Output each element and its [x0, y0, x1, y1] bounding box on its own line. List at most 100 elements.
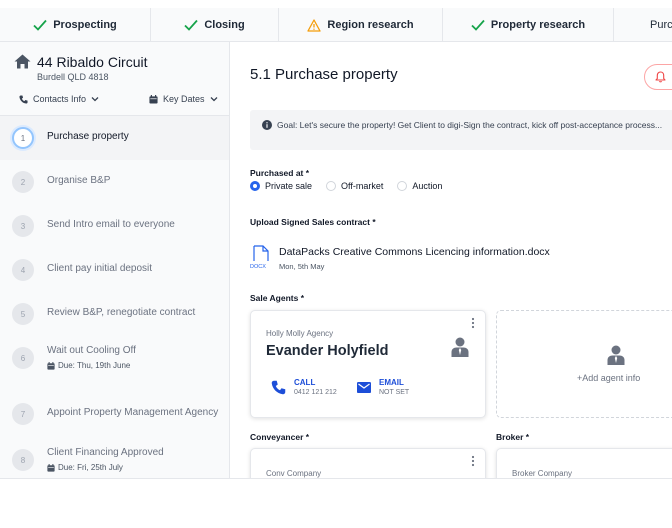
agent-phone: 0412 121 212: [294, 389, 337, 396]
broker-label: Broker *: [496, 432, 530, 442]
check-icon: [184, 19, 199, 31]
radio-private-sale[interactable]: Private sale: [250, 181, 312, 191]
upload-contract-label: Upload Signed Sales contract *: [250, 217, 376, 227]
conveyancer-company: Conv Company: [266, 469, 322, 478]
tab-label: Property research: [490, 19, 586, 31]
calendar-icon: [47, 463, 55, 472]
step-appoint-property-management[interactable]: 7 Appoint Property Management Agency: [0, 392, 229, 436]
person-icon: [607, 345, 625, 365]
phone-icon: [271, 380, 286, 394]
purchased-at-label: Purchased at *: [250, 168, 310, 178]
radio-label: Private sale: [265, 181, 313, 191]
radio-off-market[interactable]: Off-market: [326, 181, 383, 191]
step-label: Client Financing Approved: [47, 447, 164, 458]
tab-label: Purc: [650, 19, 672, 31]
step-label: Organise B&P: [47, 175, 111, 186]
broker-company: Broker Company: [512, 469, 573, 478]
agent-name: Evander Holyfield: [266, 343, 389, 359]
step-client-financing-approved[interactable]: 8 Client Financing Approved Due: Fri, 25…: [0, 438, 229, 478]
step-label: Review B&P, renegotiate contract: [47, 307, 196, 318]
goal-banner: Goal: Let's secure the property! Get Cli…: [250, 110, 672, 150]
add-agent-button[interactable]: +Add agent info: [496, 310, 672, 418]
more-options-icon[interactable]: [471, 317, 475, 329]
check-icon: [471, 19, 485, 31]
property-suburb: Burdell QLD 4818: [37, 72, 109, 82]
due-date-text: Due: Thu, 19th June: [58, 361, 131, 370]
step-number: 7: [12, 403, 34, 425]
tab-prospecting[interactable]: Prospecting: [0, 8, 151, 42]
tab-region-research[interactable]: Region research: [279, 8, 443, 42]
due-date-text: Due: Fri, 25th July: [58, 463, 123, 472]
chevron-down-icon: [91, 97, 99, 102]
radio-indicator: [397, 181, 408, 191]
sidebar: 44 Ribaldo Circuit Burdell QLD 4818 Cont…: [0, 42, 230, 478]
step-send-intro-email[interactable]: 3 Send Intro email to everyone: [0, 204, 229, 248]
stage-tabs: Prospecting Closing Region research Prop…: [0, 8, 672, 42]
purchased-at-radio-group: Private sale Off-market Auction: [250, 181, 442, 191]
step-number: 6: [12, 347, 34, 369]
step-wait-cooling-off[interactable]: 6 Wait out Cooling Off Due: Thu, 19th Ju…: [0, 336, 229, 380]
home-icon: [14, 54, 31, 69]
radio-auction[interactable]: Auction: [397, 181, 442, 191]
email-label: EMAIL: [379, 378, 404, 387]
step-organise-bp[interactable]: 2 Organise B&P: [0, 160, 229, 204]
agent-card: Holly Molly Agency Evander Holyfield CAL…: [250, 310, 486, 418]
step-label: Client pay initial deposit: [47, 263, 153, 274]
tab-label: Prospecting: [53, 19, 117, 31]
step-due-date: Due: Fri, 25th July: [47, 463, 123, 472]
phone-icon: [19, 94, 28, 104]
info-icon: [262, 120, 272, 130]
step-number: 2: [12, 171, 34, 193]
bell-icon: [655, 71, 666, 83]
notification-button[interactable]: [644, 64, 672, 90]
radio-label: Off-market: [341, 181, 384, 191]
conveyancer-card: Conv Company: [250, 448, 486, 478]
person-icon: [451, 337, 469, 357]
sale-agents-label: Sale Agents *: [250, 293, 305, 303]
contacts-info-dropdown[interactable]: Contacts Info: [19, 94, 99, 104]
call-button[interactable]: CALL 0412 121 212: [271, 371, 337, 403]
tab-label: Closing: [204, 19, 245, 31]
warning-icon: [307, 18, 322, 32]
bottom-area: [0, 478, 672, 528]
calendar-icon: [149, 94, 158, 104]
step-label: Purchase property: [47, 131, 129, 142]
tab-closing[interactable]: Closing: [151, 8, 279, 42]
contacts-info-label: Contacts Info: [33, 94, 87, 104]
goal-text: Goal: Let's secure the property! Get Cli…: [277, 120, 663, 130]
broker-card: Broker Company: [496, 448, 672, 478]
property-address: 44 Ribaldo Circuit: [37, 54, 148, 70]
docx-file-icon: DOCX: [250, 245, 269, 269]
tab-purchase[interactable]: Purc: [614, 8, 672, 42]
step-client-pay-deposit[interactable]: 4 Client pay initial deposit: [0, 248, 229, 292]
step-number: 3: [12, 215, 34, 237]
key-dates-dropdown[interactable]: Key Dates: [149, 94, 218, 104]
email-button[interactable]: EMAIL NOT SET: [357, 371, 409, 403]
radio-indicator: [326, 181, 337, 191]
step-number: 8: [12, 449, 34, 471]
call-label: CALL: [294, 378, 316, 387]
file-name: DataPacks Creative Commons Licencing inf…: [279, 246, 550, 258]
chevron-down-icon: [210, 97, 217, 102]
tab-property-research[interactable]: Property research: [443, 8, 614, 42]
step-review-bp[interactable]: 5 Review B&P, renegotiate contract: [0, 292, 229, 336]
more-options-icon[interactable]: [471, 455, 475, 467]
conveyancer-label: Conveyancer *: [250, 432, 310, 442]
add-agent-label: +Add agent info: [577, 373, 641, 383]
agent-email: NOT SET: [379, 389, 410, 396]
step-number: 5: [12, 303, 34, 325]
mail-icon: [357, 381, 371, 393]
step-label: Wait out Cooling Off: [47, 345, 136, 356]
step-number: 1: [12, 127, 34, 149]
radio-label: Auction: [412, 181, 443, 191]
step-label: Appoint Property Management Agency: [47, 407, 219, 418]
tab-label: Region research: [327, 19, 414, 31]
agency-name: Holly Molly Agency: [266, 329, 334, 338]
step-purchase-property[interactable]: 1 Purchase property: [0, 116, 229, 160]
uploaded-file[interactable]: DOCX DataPacks Creative Commons Licencin…: [250, 245, 570, 273]
key-dates-label: Key Dates: [163, 94, 205, 104]
radio-checked-indicator: [250, 181, 260, 191]
check-icon: [33, 19, 47, 31]
step-number: 4: [12, 259, 34, 281]
file-type-label: DOCX: [250, 264, 266, 269]
